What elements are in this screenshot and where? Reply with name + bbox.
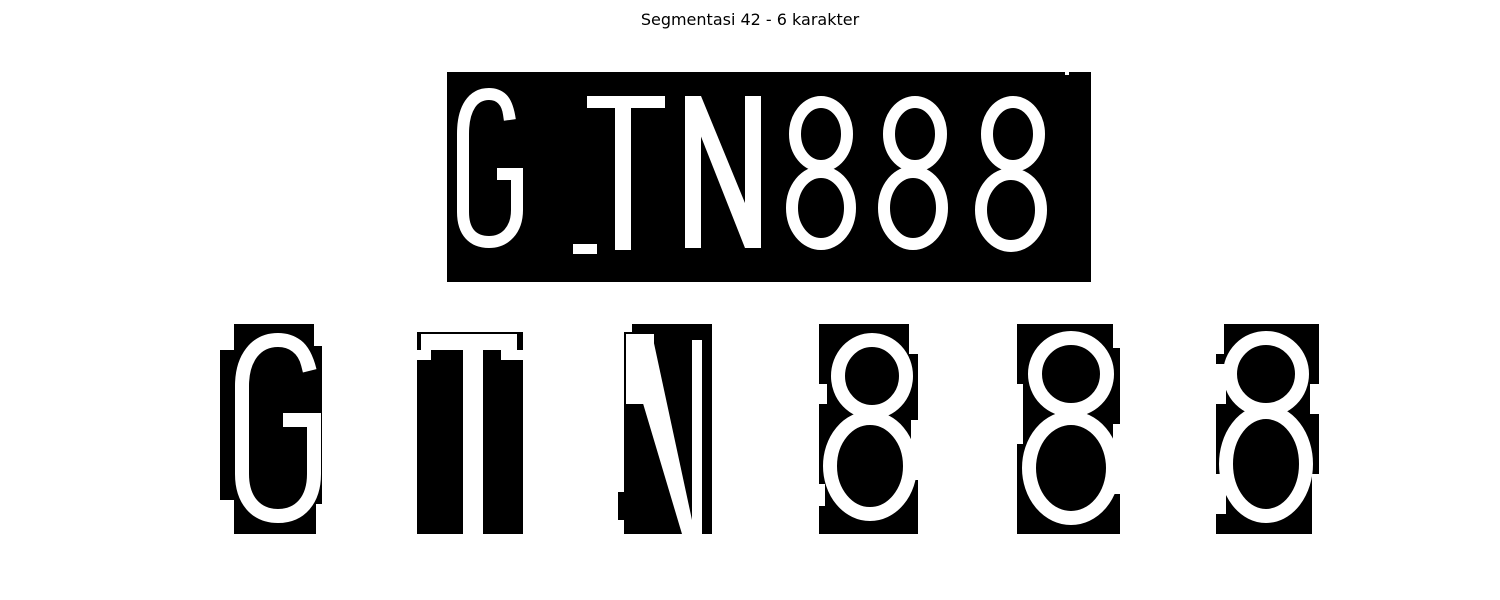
plate-image [447, 72, 1091, 282]
segment-3 [618, 324, 722, 534]
segment-1 [220, 324, 322, 534]
figure-title: Segmentasi 42 - 6 karakter [640, 10, 860, 29]
plate-noise-icon [447, 264, 497, 278]
segment-5 [1017, 324, 1120, 534]
segment-4 [819, 324, 918, 534]
segment-2 [417, 324, 523, 534]
8-icon [819, 324, 918, 521]
plate-glyphs-icon [457, 72, 1069, 254]
6-icon [220, 324, 322, 534]
8-icon [1017, 324, 1120, 525]
8-icon [1216, 324, 1319, 534]
segment-6 [1216, 324, 1319, 534]
T-icon [417, 324, 523, 534]
N-icon [618, 324, 722, 534]
